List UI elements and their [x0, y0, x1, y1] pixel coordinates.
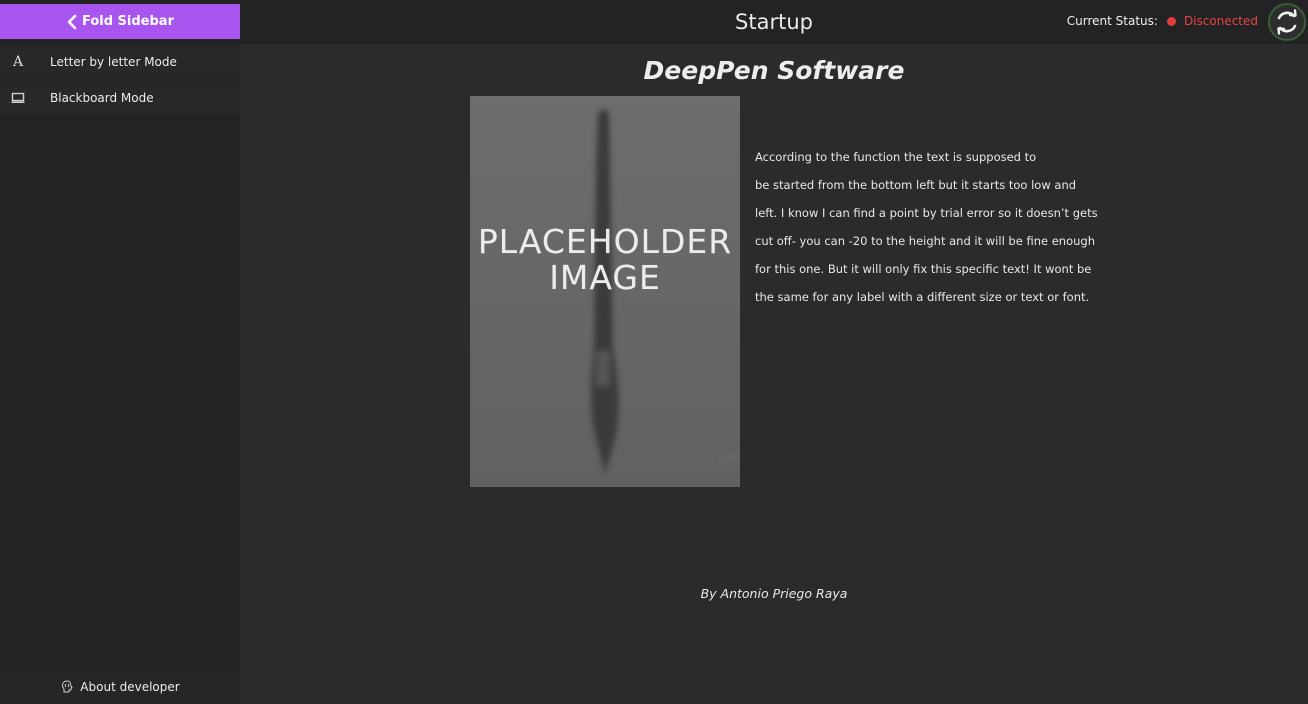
sidebar-item-label: Letter by letter Mode — [50, 55, 177, 69]
status-value: Disconected — [1183, 14, 1258, 28]
sidebar-item-letter-by-letter[interactable]: A Letter by letter Mode — [0, 45, 240, 80]
author-byline: By Antonio Priego Raya — [700, 586, 848, 601]
chevron-left-icon — [67, 14, 77, 29]
about-developer-button[interactable]: About developer — [0, 669, 240, 704]
fold-sidebar-button[interactable]: Fold Sidebar — [0, 4, 240, 39]
description-text: According to the function the text is su… — [755, 150, 1098, 304]
status-dot-icon — [1166, 16, 1176, 26]
letter-a-icon: A — [12, 54, 24, 70]
connection-status: Current Status: Disconected — [1067, 14, 1258, 28]
sidebar-item-blackboard[interactable]: Blackboard Mode — [0, 81, 240, 116]
refresh-icon — [1277, 9, 1297, 35]
placeholder-image: PLACEHOLDER IMAGE — [470, 96, 740, 487]
status-label: Current Status: — [1066, 14, 1158, 28]
top-bar: Startup Current Status: Disconected — [240, 0, 1308, 44]
sidebar: Fold Sidebar A Letter by letter Mode Bla… — [0, 0, 240, 704]
developer-icon — [62, 679, 74, 692]
placeholder-caption: PLACEHOLDER IMAGE — [477, 222, 733, 297]
monitor-icon — [10, 90, 26, 106]
sidebar-item-label: Blackboard Mode — [50, 91, 154, 105]
fold-sidebar-label: Fold Sidebar — [81, 14, 174, 29]
reconnect-button[interactable] — [1268, 3, 1306, 41]
app-heading: DeepPen Software — [643, 56, 905, 85]
about-developer-label: About developer — [80, 679, 180, 694]
